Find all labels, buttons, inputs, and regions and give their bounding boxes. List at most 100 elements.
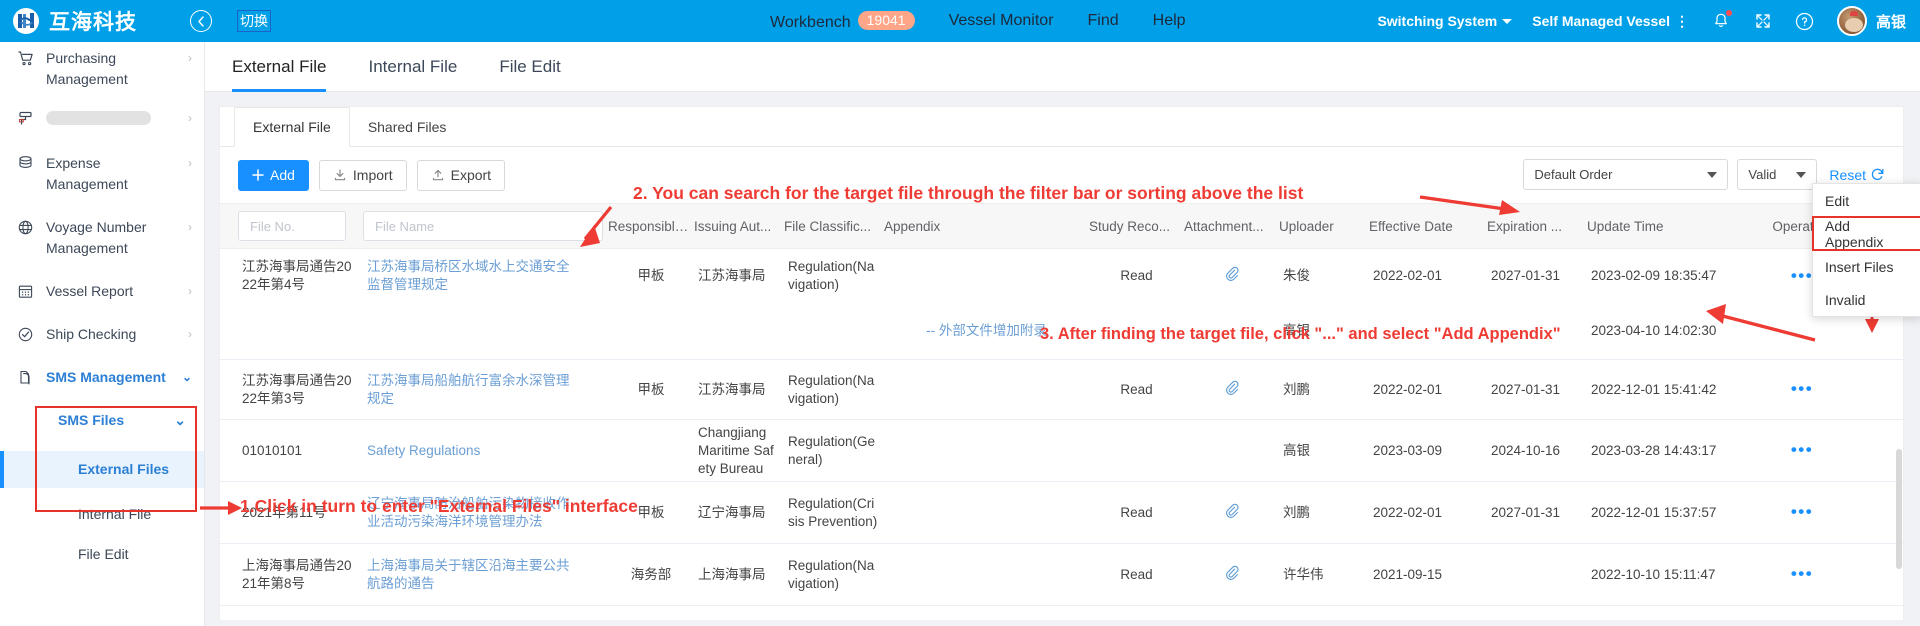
table-row[interactable]: 01010101 Safety Regulations Changjiang M…	[220, 420, 1903, 482]
context-menu-item-insert-files[interactable]: Insert Files	[1813, 250, 1920, 283]
context-menu-item-edit[interactable]: Edit	[1813, 184, 1920, 217]
paperclip-icon[interactable]	[1224, 266, 1239, 285]
sidebar-item-ship-checking[interactable]: Ship Checking ›	[0, 324, 204, 345]
nav-item-find[interactable]: Find	[1088, 12, 1119, 30]
tab-file-edit[interactable]: File Edit	[499, 42, 560, 92]
cell-operation[interactable]: •••	[1747, 435, 1857, 466]
paperclip-icon[interactable]	[1224, 503, 1239, 522]
cell-expiration-date	[1487, 569, 1587, 581]
column-header-file-classification[interactable]: File Classific...	[784, 219, 884, 234]
sidebar-item-file-edit[interactable]: File Edit	[0, 544, 204, 565]
sidebar-item-voyage-number-management[interactable]: Voyage Number Management ›	[0, 217, 204, 259]
column-header-update-time[interactable]: Update Time	[1587, 219, 1747, 234]
cell-file-name[interactable]: Safety Regulations	[363, 436, 578, 466]
expand-icon[interactable]	[1753, 11, 1773, 31]
table-body: 江苏海事局通告2022年第4号 江苏海事局桥区水域水上交通安全监督管理规定 甲板…	[220, 249, 1903, 606]
more-dots-icon[interactable]: •••	[1791, 502, 1813, 521]
cell-responsible	[608, 445, 694, 457]
cell-file-name[interactable]: 江苏海事局桥区水域水上交通安全监督管理规定	[363, 252, 578, 300]
more-dots-icon[interactable]: •••	[1791, 440, 1813, 459]
operation-context-menu: Edit Add Appendix Insert Files Invalid	[1812, 183, 1920, 317]
annotation-step-1: 1.Click in turn to enter "External Files…	[240, 496, 638, 516]
table-row[interactable]: 江苏海事局通告2022年第3号 江苏海事局船舶航行富余水深管理规定 甲板 江苏海…	[220, 360, 1903, 420]
sidebar-item-internal-file[interactable]: Internal File	[0, 504, 204, 525]
sidebar-item-sms-files[interactable]: SMS Files ⌄	[0, 410, 204, 431]
filter-file-no[interactable]: File No.	[238, 211, 363, 241]
column-header-attachment[interactable]: Attachment...	[1184, 219, 1279, 234]
file-name-input[interactable]: File Name	[363, 211, 603, 241]
notification-dot	[1725, 10, 1732, 16]
tab-internal-file[interactable]: Internal File	[368, 42, 457, 92]
export-button[interactable]: Export	[416, 159, 506, 191]
more-dots-icon[interactable]: •••	[1791, 266, 1813, 285]
column-header-effective-date[interactable]: Effective Date	[1369, 219, 1487, 234]
chevron-right-icon: ›	[188, 156, 192, 170]
file-no-input[interactable]: File No.	[238, 211, 346, 241]
switching-system-dropdown[interactable]: Switching System	[1377, 13, 1513, 29]
status-select[interactable]: Valid	[1737, 159, 1818, 190]
avatar[interactable]	[1836, 6, 1867, 36]
cell-file-name[interactable]: 江苏海事局船舶航行富余水深管理规定	[363, 366, 578, 414]
order-select-value: Default Order	[1534, 167, 1613, 182]
sidebar-item-expense-management[interactable]: Expense Management ›	[0, 153, 204, 195]
table-row[interactable]: 江苏海事局通告2022年第4号 江苏海事局桥区水域水上交通安全监督管理规定 甲板…	[220, 249, 1903, 303]
bell-icon[interactable]	[1711, 10, 1732, 31]
cell-appendix	[884, 384, 1089, 396]
cell-file-classification	[784, 325, 884, 337]
cell-operation[interactable]: •••	[1747, 559, 1857, 590]
context-menu-item-invalid[interactable]: Invalid	[1813, 283, 1920, 316]
paperclip-icon[interactable]	[1224, 565, 1239, 584]
context-menu-item-add-appendix[interactable]: Add Appendix	[1812, 216, 1920, 251]
sidebar-item-purchasing-management[interactable]: Purchasing Management ›	[0, 48, 204, 90]
sidebar-item-external-files[interactable]: External Files	[0, 451, 204, 488]
chevron-right-icon: ›	[188, 284, 192, 298]
cell-file-name[interactable]	[363, 325, 578, 337]
add-button[interactable]: Add	[238, 159, 309, 191]
sidebar-item-placeholder[interactable]: ›	[0, 108, 204, 131]
switch-button[interactable]: 切换	[237, 10, 271, 32]
cell-study-record: Read	[1120, 504, 1153, 520]
redacted-label	[46, 111, 151, 125]
paperclip-icon[interactable]	[1224, 380, 1239, 399]
check-circle-icon	[14, 324, 36, 343]
cell-operation[interactable]: •••	[1747, 497, 1857, 528]
cell-update-time: 2023-03-28 14:43:17	[1591, 442, 1717, 458]
subtab-shared-files[interactable]: Shared Files	[350, 107, 465, 147]
column-header-appendix[interactable]: Appendix	[884, 219, 1089, 234]
more-dots-icon[interactable]: •••	[1791, 564, 1813, 583]
cell-operation[interactable]: •••	[1747, 374, 1857, 405]
sidebar-label-ship-checking: Ship Checking	[46, 326, 137, 342]
sidebar-item-sms-management[interactable]: SMS Management ⌄	[0, 367, 204, 388]
self-managed-vessel-dropdown[interactable]: Self Managed Vessel ⋮	[1532, 13, 1689, 30]
column-header-issuing-authority[interactable]: Issuing Aut...	[694, 219, 784, 234]
chevron-right-icon: ›	[188, 111, 192, 125]
more-dots-icon[interactable]: •••	[1791, 379, 1813, 398]
question-circle-icon[interactable]	[1795, 11, 1815, 31]
cell-appendix	[884, 507, 1089, 519]
sidebar-item-vessel-report[interactable]: Vessel Report ›	[0, 281, 204, 302]
filter-file-name[interactable]: File Name	[363, 211, 603, 241]
nav-item-help[interactable]: Help	[1153, 12, 1186, 30]
reset-button[interactable]: Reset	[1829, 167, 1885, 183]
table-row[interactable]: 上海海事局通告2021年第8号 上海海事局关于辖区沿海主要公共航路的通告 海务部…	[220, 544, 1903, 606]
brand[interactable]: 互海科技	[12, 6, 137, 36]
tab-external-file[interactable]: External File	[232, 42, 327, 92]
nav-item-workbench[interactable]: Workbench 19041	[770, 10, 915, 32]
back-arrow-icon[interactable]	[190, 10, 212, 32]
cell-file-name[interactable]: 上海海事局关于辖区沿海主要公共航路的通告	[363, 551, 578, 599]
column-header-uploader[interactable]: Uploader	[1279, 219, 1369, 234]
cell-attachment[interactable]	[1184, 260, 1279, 292]
cell-attachment[interactable]	[1184, 559, 1279, 591]
vertical-scrollbar[interactable]	[1896, 449, 1902, 569]
order-select[interactable]: Default Order	[1523, 159, 1729, 190]
column-header-study-record[interactable]: Study Reco...	[1089, 219, 1184, 234]
column-header-expiration[interactable]: Expiration ...	[1487, 219, 1587, 234]
subtab-external-file[interactable]: External File	[234, 107, 350, 147]
chevron-down-icon: ⌄	[181, 370, 192, 384]
upload-icon	[431, 168, 445, 182]
cell-attachment[interactable]	[1184, 374, 1279, 406]
nav-item-vessel-monitor[interactable]: Vessel Monitor	[949, 12, 1054, 30]
cell-update-time: 2022-12-01 15:41:42	[1591, 381, 1717, 397]
cell-attachment[interactable]	[1184, 497, 1279, 529]
import-button[interactable]: Import	[318, 159, 407, 191]
